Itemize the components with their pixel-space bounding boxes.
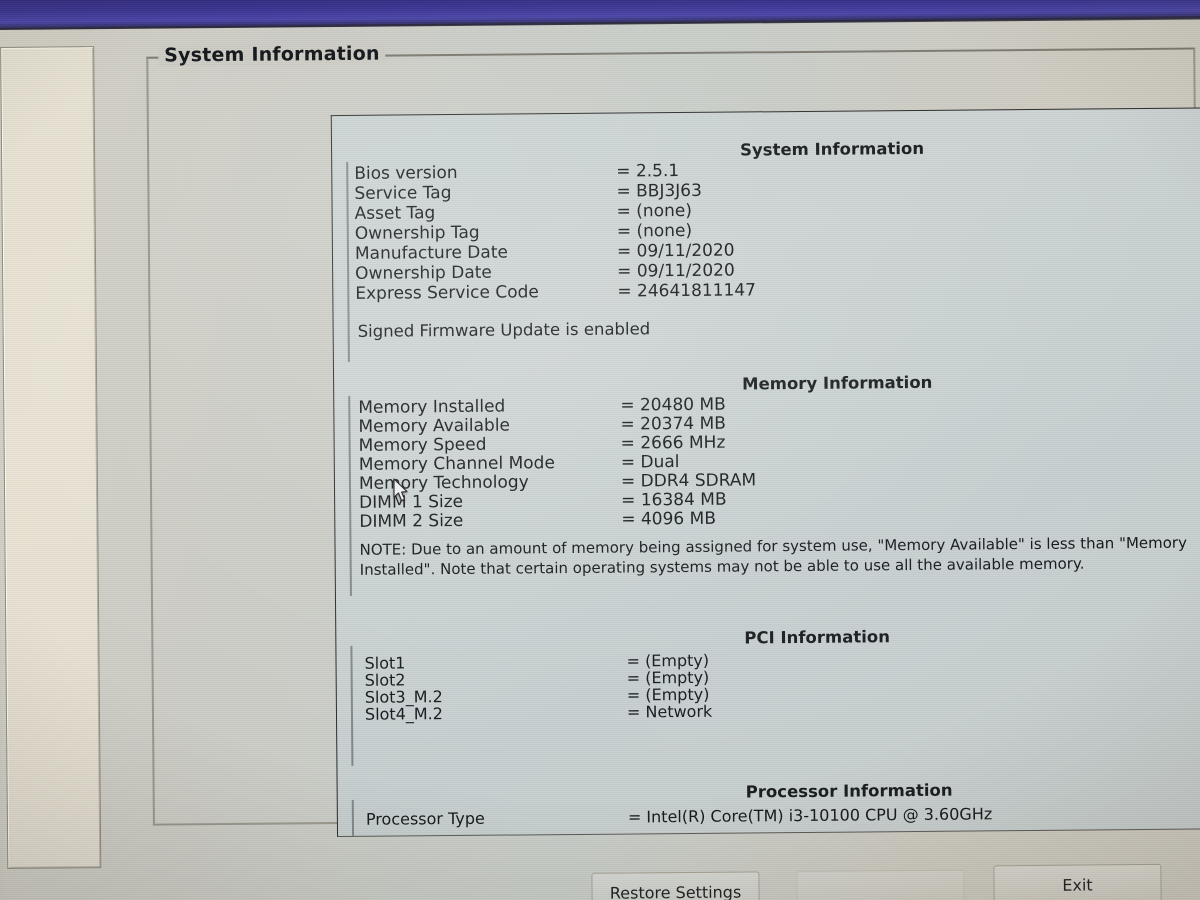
body-rule-memory bbox=[348, 395, 352, 596]
body-rule-processor bbox=[351, 799, 355, 838]
value-memory-available: = 20374 MB bbox=[620, 413, 727, 435]
label-service-tag: Service Tag bbox=[354, 183, 452, 204]
body-rule-pci bbox=[350, 645, 354, 766]
label-processor-type: Processor Type bbox=[365, 808, 485, 829]
content-panel: System Information Bios version = 2.5.1 … bbox=[330, 106, 1200, 838]
label-ownership-date: Ownership Date bbox=[355, 262, 492, 284]
content-scroll-area: System Information Bios version = 2.5.1 … bbox=[332, 108, 1200, 838]
value-memory-speed: = 2666 MHz bbox=[620, 432, 726, 454]
groupbox-title: System Information bbox=[158, 42, 386, 67]
value-slot4-m2: = Network bbox=[626, 701, 713, 722]
body-rule-system bbox=[346, 161, 350, 362]
system-information-groupbox: System Information System Information Bi… bbox=[146, 42, 1200, 838]
middle-button[interactable] bbox=[796, 869, 965, 900]
label-memory-installed: Memory Installed bbox=[358, 396, 506, 418]
mouse-cursor-icon bbox=[393, 478, 408, 502]
label-dimm1-size: DIMM 1 Size bbox=[359, 491, 464, 513]
label-asset-tag: Asset Tag bbox=[354, 203, 436, 224]
value-ownership-date: = 09/11/2020 bbox=[617, 260, 735, 282]
memory-availability-note: NOTE: Due to an amount of memory being a… bbox=[359, 533, 1188, 579]
value-dimm1-size: = 16384 MB bbox=[621, 489, 727, 511]
label-memory-available: Memory Available bbox=[358, 415, 511, 437]
value-bios-version: = 2.5.1 bbox=[616, 161, 680, 182]
label-slot4-m2: Slot4_M.2 bbox=[364, 704, 443, 724]
restore-settings-button[interactable]: Restore Settings bbox=[591, 871, 760, 900]
label-bios-version: Bios version bbox=[354, 162, 458, 184]
sidebar-list-panel[interactable] bbox=[0, 46, 102, 869]
label-express-service-code: Express Service Code bbox=[355, 282, 539, 304]
value-memory-installed: = 20480 MB bbox=[620, 394, 726, 416]
label-ownership-tag: Ownership Tag bbox=[354, 222, 480, 244]
value-express-service-code: = 24641811147 bbox=[617, 280, 757, 302]
bios-screen-photo: System Information System Information Bi… bbox=[0, 0, 1200, 900]
value-ownership-tag: = (none) bbox=[616, 220, 693, 242]
label-memory-technology: Memory Technology bbox=[358, 472, 529, 494]
value-manufacture-date: = 09/11/2020 bbox=[616, 240, 735, 262]
section-heading-system: System Information bbox=[739, 138, 925, 160]
label-manufacture-date: Manufacture Date bbox=[354, 242, 508, 264]
section-heading-processor: Processor Information bbox=[745, 780, 953, 802]
bios-setup-window: System Information System Information Bi… bbox=[0, 19, 1200, 900]
label-memory-speed: Memory Speed bbox=[358, 434, 487, 456]
value-dimm2-size: = 4096 MB bbox=[621, 508, 717, 530]
signed-firmware-update-status: Signed Firmware Update is enabled bbox=[357, 319, 651, 341]
exit-button[interactable]: Exit bbox=[993, 863, 1162, 900]
value-service-tag: = BBJ3J63 bbox=[616, 180, 702, 202]
value-memory-technology: = DDR4 SDRAM bbox=[620, 470, 757, 492]
section-heading-pci: PCI Information bbox=[744, 627, 890, 648]
value-processor-type: = Intel(R) Core(TM) i3-10100 CPU @ 3.60G… bbox=[627, 804, 993, 827]
value-asset-tag: = (none) bbox=[616, 200, 693, 222]
section-heading-memory: Memory Information bbox=[742, 372, 933, 394]
value-memory-channel-mode: = Dual bbox=[620, 452, 680, 473]
label-dimm2-size: DIMM 2 Size bbox=[359, 510, 464, 532]
